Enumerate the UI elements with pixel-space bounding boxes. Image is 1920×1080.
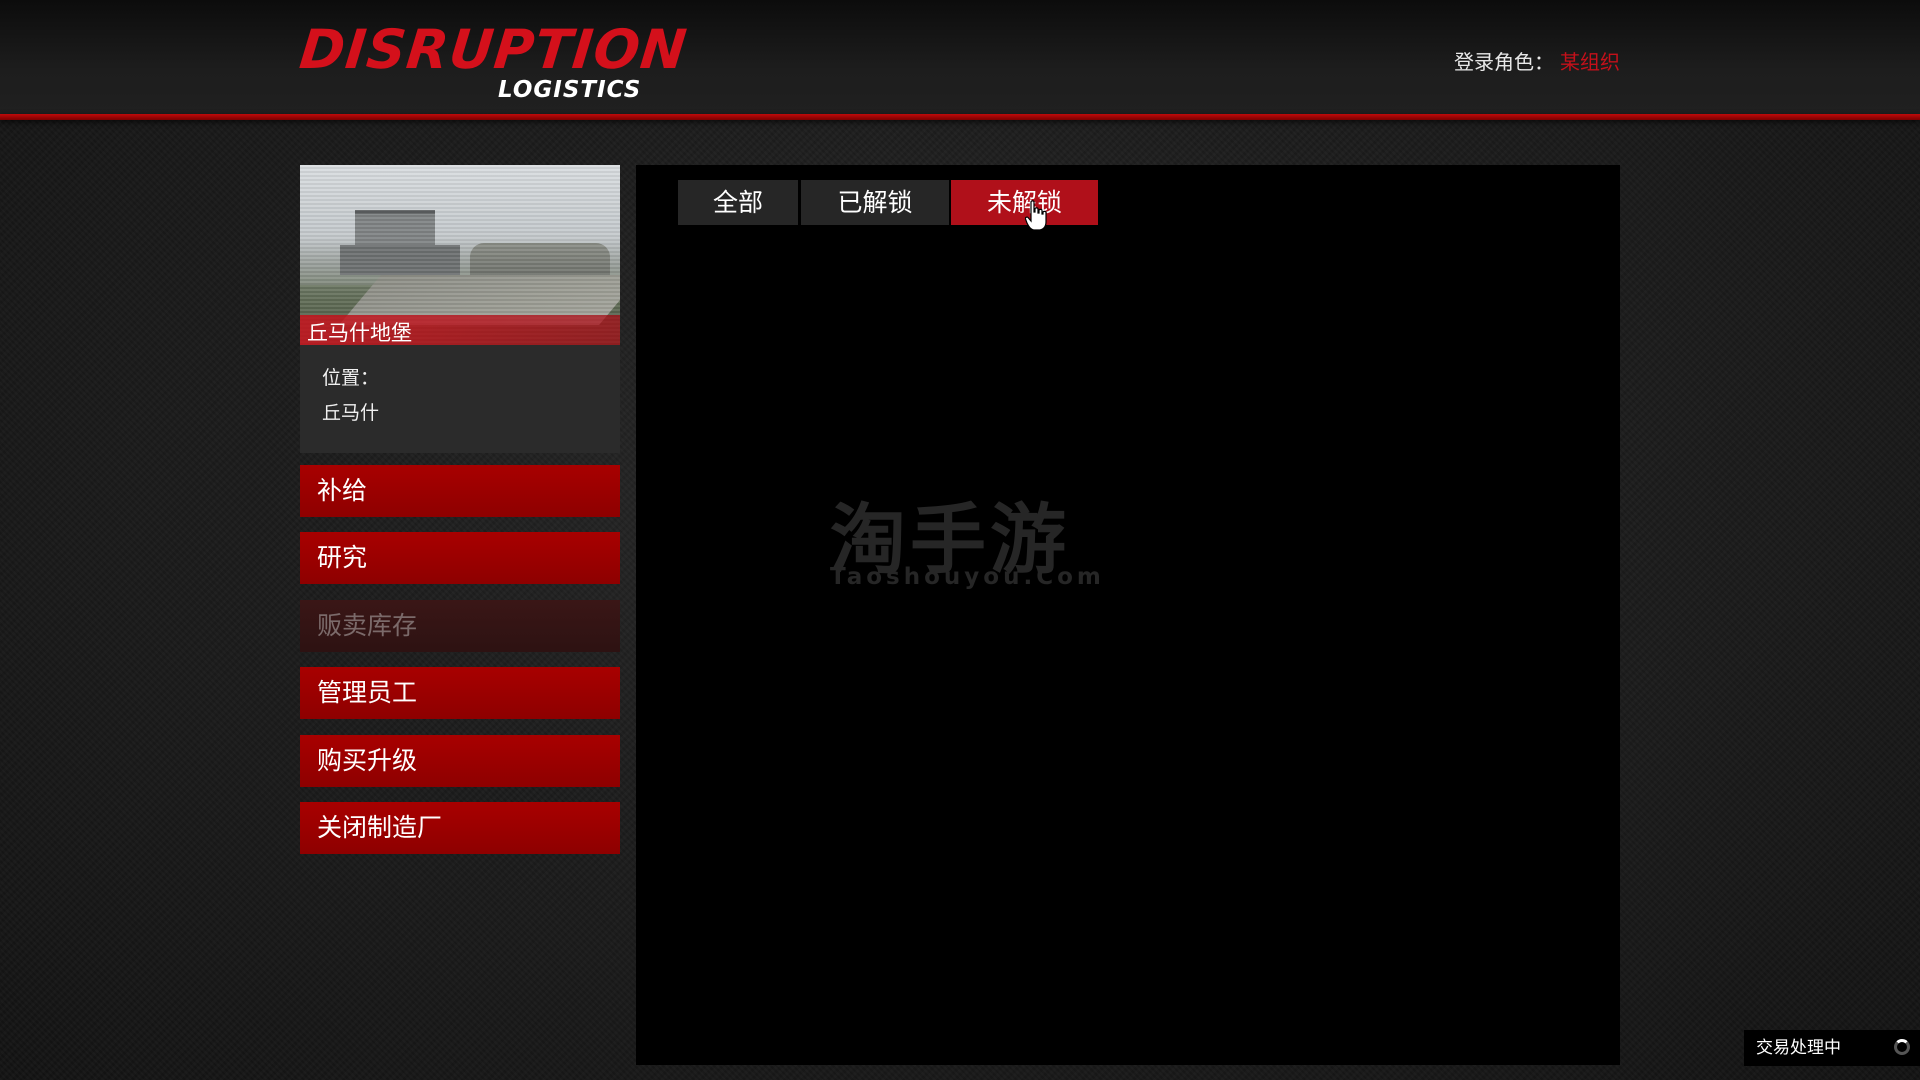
sell-stock-button[interactable]: 贩卖库存 xyxy=(300,600,620,652)
logo-sub-text: LOGISTICS xyxy=(498,77,642,103)
location-label: 位置： xyxy=(322,367,380,389)
login-label: 登录角色： xyxy=(1454,50,1554,74)
header-bar: DISRUPTION LOGISTICS 登录角色： 某组织 xyxy=(0,0,1920,116)
buy-upgrades-button[interactable]: 购买升级 xyxy=(300,735,620,787)
property-card: 丘马什地堡 位置： 丘马什 xyxy=(300,165,620,453)
transaction-status-text: 交易处理中 xyxy=(1756,1038,1841,1058)
transaction-status: 交易处理中 xyxy=(1744,1030,1920,1066)
manage-staff-button[interactable]: 管理员工 xyxy=(300,667,620,719)
loading-spinner-icon xyxy=(1894,1039,1910,1055)
research-content-panel xyxy=(636,165,1620,1065)
disruption-logistics-logo: DISRUPTION LOGISTICS xyxy=(297,18,690,105)
property-name: 丘马什地堡 xyxy=(307,321,412,345)
logo-main-text: DISRUPTION xyxy=(296,18,691,81)
login-organization: 某组织 xyxy=(1560,50,1620,74)
header-divider xyxy=(0,114,1920,120)
tab-unlocked[interactable]: 已解锁 xyxy=(801,180,949,225)
watermark-url: Taoshouyou.Com xyxy=(830,564,1105,590)
hand-cursor-icon xyxy=(1025,200,1047,231)
shut-down-factory-button[interactable]: 关闭制造厂 xyxy=(300,802,620,854)
research-button[interactable]: 研究 xyxy=(300,532,620,584)
bunker-management-screen: DISRUPTION LOGISTICS 登录角色： 某组织 丘马什地堡 位置： … xyxy=(0,0,1920,1080)
location-value: 丘马什 xyxy=(322,402,380,424)
tab-all[interactable]: 全部 xyxy=(678,180,798,225)
login-info: 登录角色： 某组织 xyxy=(1454,46,1620,75)
supplies-button[interactable]: 补给 xyxy=(300,465,620,517)
